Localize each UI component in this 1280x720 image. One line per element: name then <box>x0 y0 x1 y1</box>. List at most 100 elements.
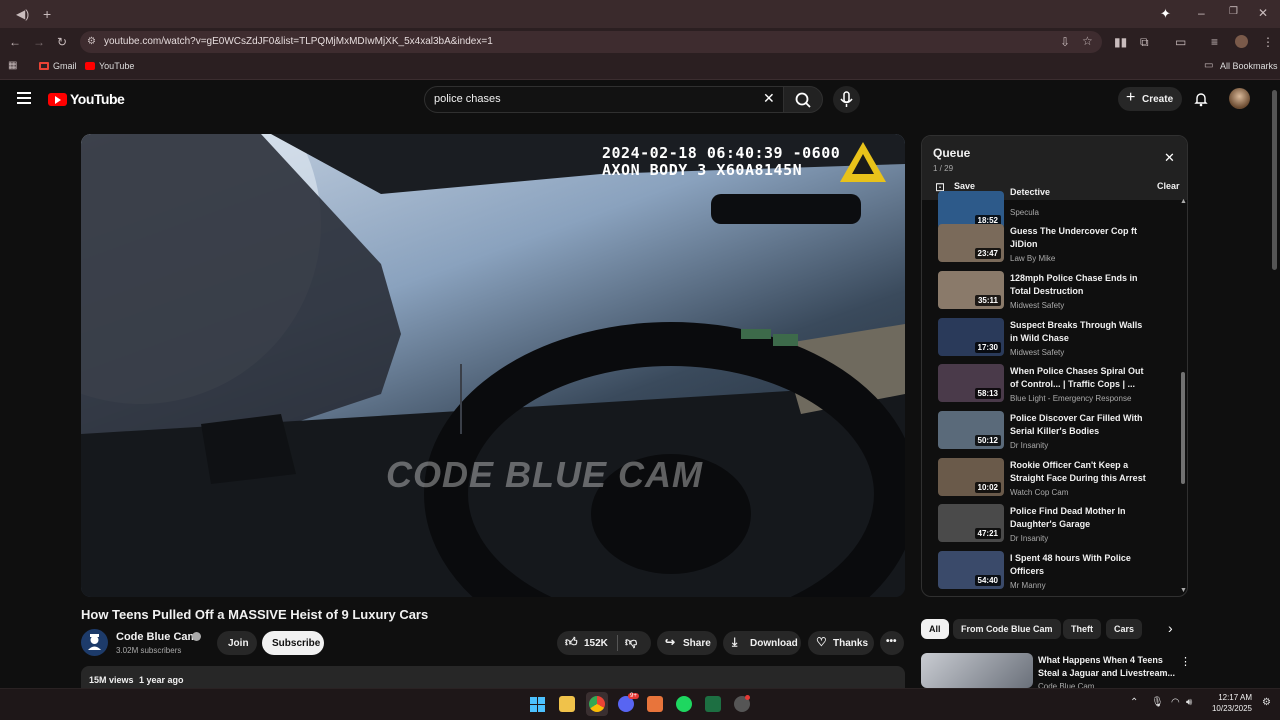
download-button[interactable]: ⤓ Download <box>723 631 801 655</box>
forward-icon[interactable]: → <box>33 36 45 48</box>
reload-icon[interactable]: ↻ <box>57 36 67 48</box>
create-button[interactable]: + Create <box>1118 87 1182 111</box>
queue-item[interactable]: 35:11 128mph Police Chase Ends in Total … <box>938 271 1178 315</box>
voice-search-button[interactable] <box>833 86 860 113</box>
channel-watermark: CODE BLUE CAM <box>386 454 703 495</box>
bookmark-youtube[interactable]: YouTube <box>99 61 134 71</box>
notifications-button[interactable] <box>1193 91 1209 112</box>
tab-audio-icon[interactable]: ◀) <box>16 8 29 20</box>
chip-theft[interactable]: Theft <box>1063 619 1101 639</box>
video-title[interactable]: When Police Chases Spiral Out of Control… <box>1010 365 1148 391</box>
join-button[interactable]: Join <box>217 631 257 655</box>
video-title[interactable]: Guess The Undercover Cop ft JiDion <box>1010 225 1148 251</box>
video-thumbnail[interactable]: 35:11 <box>938 271 1004 309</box>
browser-menu-icon[interactable]: ⋮ <box>1262 36 1274 48</box>
search-input-value[interactable]: police chases <box>434 93 501 105</box>
gemini-icon[interactable]: ✦ <box>1160 7 1171 20</box>
back-icon[interactable]: ← <box>9 36 21 48</box>
minimize-icon[interactable]: – <box>1198 7 1205 19</box>
clear-search-icon[interactable]: ✕ <box>763 91 775 105</box>
video-title[interactable]: I Spent 48 hours With Police Officers <box>1010 552 1148 578</box>
maximize-icon[interactable]: ❐ <box>1229 7 1238 17</box>
like-count[interactable]: 152K <box>584 638 608 649</box>
video-title[interactable]: Rookie Officer Can't Keep a Straight Fac… <box>1010 459 1148 485</box>
queue-item[interactable]: 17:30 Suspect Breaks Through Walls in Wi… <box>938 318 1178 362</box>
scroll-down-icon[interactable]: ▼ <box>1180 587 1187 594</box>
file-explorer-icon[interactable] <box>559 696 575 712</box>
channel-avatar[interactable] <box>81 629 108 656</box>
chip-from-channel[interactable]: From Code Blue Cam <box>953 619 1061 639</box>
notification-center-icon[interactable]: ⚙ <box>1262 697 1271 708</box>
microphone-tray-icon[interactable]: 🎙︎ <box>1151 697 1164 708</box>
site-info-icon[interactable]: ⚙ <box>87 37 96 47</box>
queue-item[interactable]: 58:13 When Police Chases Spiral Out of C… <box>938 364 1178 408</box>
video-player[interactable]: 2024-02-18 06:40:39 -0600 AXON BODY 3 X6… <box>81 134 905 597</box>
install-app-icon[interactable]: ⇩ <box>1060 36 1070 48</box>
more-vertical-icon[interactable]: ⋮ <box>1180 655 1191 668</box>
scroll-up-icon[interactable]: ▲ <box>1180 198 1187 205</box>
clock-time[interactable]: 12:17 AM <box>1212 693 1252 702</box>
clear-label[interactable]: Clear <box>1157 181 1180 191</box>
close-queue-icon[interactable]: ✕ <box>1164 150 1175 166</box>
spotify-icon[interactable] <box>676 696 692 712</box>
page-scrollbar[interactable] <box>1272 90 1277 270</box>
volume-icon[interactable]: 🔊︎ <box>1186 697 1192 708</box>
share-button[interactable]: ↪ Share <box>657 631 717 655</box>
clock-date[interactable]: 10/23/2025 <box>1206 704 1252 713</box>
video-title[interactable]: Detective <box>1010 186 1148 199</box>
recommended-thumbnail[interactable] <box>921 653 1033 688</box>
windows-start-icon[interactable] <box>530 697 545 712</box>
channel-name[interactable]: Code Blue Cam <box>116 631 197 643</box>
recommended-title[interactable]: What Happens When 4 Teens Steal a Jaguar… <box>1038 654 1176 680</box>
url-text[interactable]: youtube.com/watch?v=gE0WCsZdJF0&list=TLP… <box>104 36 493 47</box>
video-title[interactable]: Suspect Breaks Through Walls in Wild Cha… <box>1010 319 1148 345</box>
video-thumbnail[interactable]: 54:40 <box>938 551 1004 589</box>
excel-icon[interactable] <box>705 696 721 712</box>
description-box[interactable] <box>81 666 905 688</box>
user-avatar[interactable] <box>1229 88 1250 109</box>
queue-item[interactable]: 50:12 Police Discover Car Filled With Se… <box>938 411 1178 455</box>
bookmark-gmail[interactable]: Gmail <box>53 61 77 71</box>
video-thumbnail[interactable]: 47:21 <box>938 504 1004 542</box>
queue-item[interactable]: 54:40 I Spent 48 hours With Police Offic… <box>938 551 1178 595</box>
video-thumbnail[interactable]: 50:12 <box>938 411 1004 449</box>
dislike-icon[interactable]: 👎︎ <box>625 635 637 650</box>
extensions-puzzle-icon[interactable]: ⧉ <box>1140 36 1149 48</box>
app-icon[interactable] <box>647 696 663 712</box>
extension-icon[interactable]: ▮▮ <box>1114 36 1127 48</box>
youtube-logo-text[interactable]: YouTube <box>70 91 125 107</box>
subscribe-label: Subscribe <box>272 638 321 649</box>
queue-item[interactable]: 23:47 Guess The Undercover Cop ft JiDion… <box>938 224 1178 268</box>
like-icon[interactable]: 👍︎ <box>565 635 578 650</box>
chevron-right-icon[interactable]: › <box>1168 620 1173 636</box>
search-button[interactable] <box>783 86 823 113</box>
more-actions-button[interactable]: ••• <box>880 631 904 655</box>
profile-avatar[interactable] <box>1235 35 1248 48</box>
reading-list-icon[interactable]: ≡ <box>1211 36 1218 48</box>
queue-item[interactable]: 10:02 Rookie Officer Can't Keep a Straig… <box>938 458 1178 502</box>
video-title[interactable]: 128mph Police Chase Ends in Total Destru… <box>1010 272 1148 298</box>
video-thumbnail[interactable]: 17:30 <box>938 318 1004 356</box>
save-label[interactable]: Save <box>954 181 975 191</box>
apps-grid-icon[interactable]: ▦ <box>8 61 17 71</box>
video-title[interactable]: Police Find Dead Mother In Daughter's Ga… <box>1010 505 1148 531</box>
chevron-up-icon[interactable]: ⌃ <box>1130 697 1138 708</box>
chip-all[interactable]: All <box>921 619 949 639</box>
bookmark-star-icon[interactable]: ☆ <box>1082 35 1093 47</box>
close-window-icon[interactable]: ✕ <box>1258 7 1268 19</box>
new-tab-icon[interactable]: + <box>43 7 51 21</box>
video-title[interactable]: Police Discover Car Filled With Serial K… <box>1010 412 1148 438</box>
queue-item[interactable]: 47:21 Police Find Dead Mother In Daughte… <box>938 504 1178 548</box>
chip-cars[interactable]: Cars <box>1106 619 1143 639</box>
thanks-button[interactable]: ♡ Thanks <box>808 631 874 655</box>
queue-scrollbar[interactable] <box>1181 372 1185 484</box>
side-panel-icon[interactable]: ▭ <box>1175 36 1186 48</box>
chrome-icon[interactable] <box>589 696 605 712</box>
video-thumbnail[interactable]: 10:02 <box>938 458 1004 496</box>
video-thumbnail[interactable]: 23:47 <box>938 224 1004 262</box>
wifi-icon[interactable]: ◠ <box>1171 697 1180 708</box>
hamburger-menu-icon[interactable] <box>17 92 31 104</box>
subscribe-button[interactable]: Subscribe <box>262 631 324 655</box>
video-thumbnail[interactable]: 58:13 <box>938 364 1004 402</box>
all-bookmarks[interactable]: All Bookmarks <box>1220 61 1278 71</box>
